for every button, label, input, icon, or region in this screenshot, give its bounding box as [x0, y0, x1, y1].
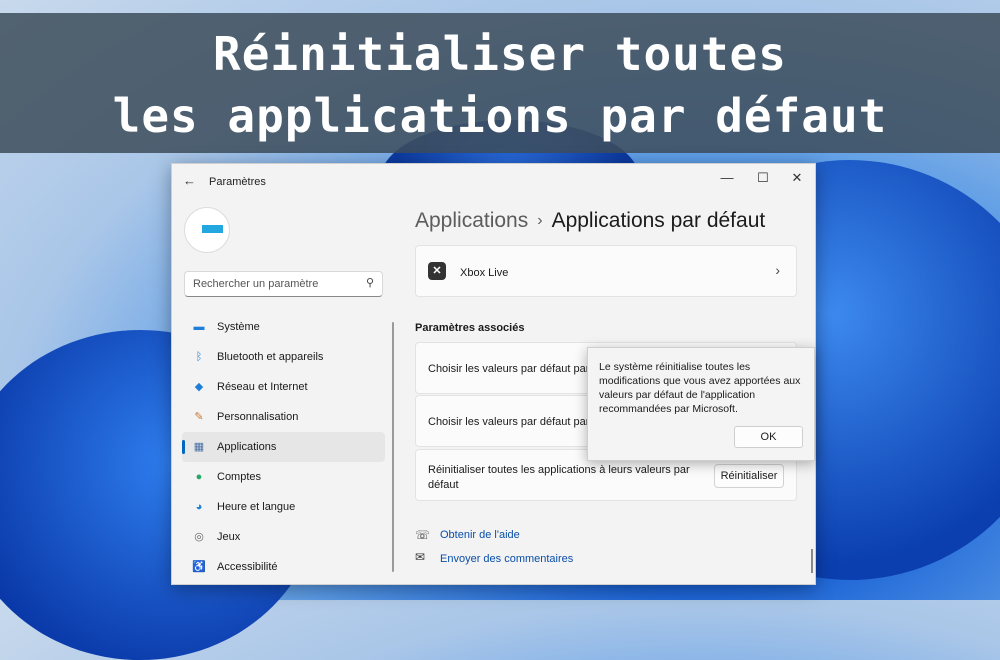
sidebar-item-label: Système — [217, 321, 260, 333]
title-bar: ← Paramètres — ☐ ✕ — [172, 164, 815, 198]
ok-button[interactable]: OK — [734, 426, 803, 448]
row-label: Choisir les valeurs par défaut par ty — [428, 363, 598, 375]
send-feedback-link[interactable]: Envoyer des commentaires — [440, 553, 573, 565]
sidebar-item-label: Applications — [217, 441, 277, 453]
person-icon: ● — [195, 471, 203, 483]
title-banner: Réinitialiser toutes les applications pa… — [0, 13, 1000, 153]
sidebar-item-label: Accessibilité — [217, 561, 278, 573]
banner-line-1: Réinitialiser toutes — [213, 27, 787, 81]
sidebar-item-label: Bluetooth et appareils — [217, 351, 324, 363]
dialog-message: Le système réinitialise toutes les modif… — [599, 361, 801, 415]
sidebar-item-comptes[interactable]: ● Comptes — [182, 462, 385, 492]
back-arrow-icon[interactable]: ← — [183, 173, 196, 188]
breadcrumb-separator: › — [537, 212, 543, 229]
feedback-icon: ✉ — [415, 550, 426, 564]
sidebar-item-accessibilite[interactable]: ♿ Accessibilité — [182, 552, 385, 582]
sidebar-item-applications[interactable]: ▦ Applications — [182, 432, 385, 462]
help-icon: ☏ — [415, 528, 431, 542]
globe-clock-icon: ◕ — [195, 501, 203, 513]
get-help-link[interactable]: Obtenir de l'aide — [440, 529, 520, 541]
search-input[interactable]: Rechercher un paramètre ⚲ — [184, 271, 383, 297]
search-icon: ⚲ — [365, 277, 374, 289]
search-placeholder: Rechercher un paramètre — [193, 278, 319, 290]
sidebar-item-bluetooth[interactable]: ᛒ Bluetooth et appareils — [182, 342, 385, 372]
chevron-right-icon: › — [775, 262, 780, 278]
row-label: Réinitialiser toutes les applications à … — [428, 464, 690, 491]
xbox-icon: ✕ — [428, 262, 446, 280]
reset-button[interactable]: Réinitialiser — [714, 464, 784, 488]
sidebar-item-reseau[interactable]: ◆ Réseau et Internet — [182, 372, 385, 402]
banner-line-2: les applications par défaut — [112, 89, 888, 143]
minimize-button[interactable]: — — [712, 170, 742, 185]
maximize-button[interactable]: ☐ — [748, 170, 778, 186]
content-scrollbar[interactable] — [811, 549, 813, 573]
profile-avatar[interactable] — [184, 207, 230, 253]
active-indicator — [182, 440, 185, 454]
xbox-live-label: Xbox Live — [460, 267, 509, 279]
page-title: Applications par défaut — [551, 209, 766, 232]
confirmation-flyout: Le système réinitialise toutes les modif… — [587, 347, 815, 461]
logo-badge-icon — [202, 225, 223, 233]
sidebar-item-heure[interactable]: ◕ Heure et langue — [182, 492, 385, 522]
sidebar-item-systeme[interactable]: ▬ Système — [182, 312, 385, 342]
sidebar-scrollbar[interactable] — [392, 322, 394, 572]
monitor-icon: ▬ — [193, 321, 205, 333]
close-button[interactable]: ✕ — [782, 170, 812, 186]
sidebar-item-personnalisation[interactable]: ✎ Personnalisation — [182, 402, 385, 432]
sidebar-item-jeux[interactable]: ◎ Jeux — [182, 522, 385, 552]
accessibility-icon: ♿ — [192, 561, 206, 573]
sidebar-nav: ▬ Système ᛒ Bluetooth et appareils ◆ Rés… — [182, 312, 385, 582]
row-label: Choisir les valeurs par défaut par ty — [428, 416, 598, 428]
brush-icon: ✎ — [194, 411, 204, 423]
window-title: Paramètres — [209, 176, 266, 188]
sidebar-item-label: Jeux — [217, 531, 241, 543]
sidebar-item-label: Heure et langue — [217, 501, 296, 513]
related-settings-heading: Paramètres associés — [415, 322, 525, 334]
apps-icon: ▦ — [193, 441, 205, 453]
sidebar-item-label: Personnalisation — [217, 411, 299, 423]
breadcrumb-parent[interactable]: Applications — [415, 209, 528, 232]
bluetooth-icon: ᛒ — [195, 351, 203, 363]
sidebar-item-label: Comptes — [217, 471, 262, 483]
sidebar-item-label: Réseau et Internet — [217, 381, 308, 393]
xbox-live-row[interactable]: ✕ Xbox Live › — [415, 245, 797, 297]
wifi-icon: ◆ — [194, 381, 204, 393]
gamepad-icon: ◎ — [194, 531, 204, 543]
breadcrumb: Applications › Applications par défaut — [415, 209, 765, 233]
